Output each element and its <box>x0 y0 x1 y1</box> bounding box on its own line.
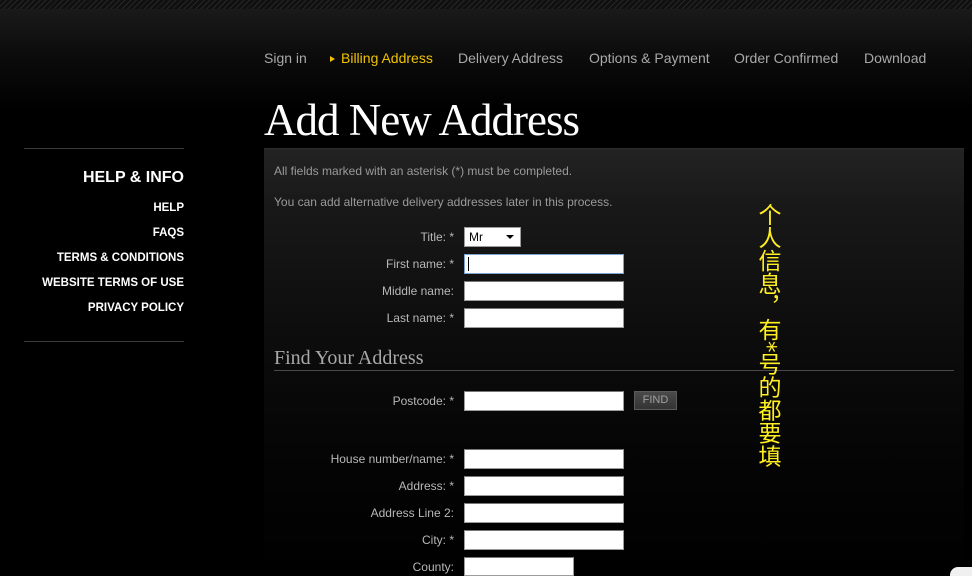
nav-step-download[interactable]: Download <box>864 50 926 66</box>
find-address-heading: Find Your Address <box>274 347 424 369</box>
postcode-label: Postcode: * <box>392 394 454 408</box>
nav-step-label: Download <box>864 50 927 66</box>
page: Sign in Billing Address Delivery Address… <box>0 0 972 576</box>
triangle-right-icon <box>330 56 335 62</box>
sidebar-link-privacy-policy[interactable]: PRIVACY POLICY <box>24 301 184 315</box>
address-label: Address: * <box>398 479 454 493</box>
nav-step-label: Delivery Address <box>458 50 564 66</box>
address-line-2-input[interactable] <box>464 503 624 523</box>
nav-step-delivery-address[interactable]: Delivery Address <box>458 50 563 66</box>
nav-step-order-confirmed[interactable]: Order Confirmed <box>734 50 838 66</box>
header-texture <box>0 0 972 9</box>
nav-step-sign-in[interactable]: Sign in <box>264 50 307 66</box>
chevron-down-icon <box>506 235 514 239</box>
city-label: City: * <box>421 533 454 547</box>
nav-step-billing-address[interactable]: Billing Address <box>330 50 433 66</box>
middle-name-label: Middle name: <box>381 284 454 298</box>
postcode-input[interactable] <box>464 391 624 411</box>
page-title: Add New Address <box>264 95 580 145</box>
text-cursor <box>468 257 469 271</box>
sidebar-link-website-terms[interactable]: WEBSITE TERMS OF USE <box>24 276 184 290</box>
title-select-value: Mr <box>469 230 483 244</box>
title-select[interactable]: Mr <box>464 227 521 247</box>
county-label: County: <box>412 560 454 574</box>
corner-widget <box>950 567 972 576</box>
sidebar-link-terms-conditions[interactable]: TERMS & CONDITIONS <box>24 251 184 265</box>
first-name-input[interactable] <box>464 254 624 274</box>
alternative-addresses-note: You can add alternative delivery address… <box>274 195 613 209</box>
sidebar-link-faqs[interactable]: FAQS <box>24 226 184 240</box>
last-name-input[interactable] <box>464 308 624 328</box>
title-label: Title: * <box>420 230 454 244</box>
nav-step-options-payment[interactable]: Options & Payment <box>589 50 710 66</box>
house-number-label: House number/name: * <box>330 452 454 466</box>
find-button[interactable]: FIND <box>634 391 677 410</box>
section-divider <box>274 370 954 371</box>
address-input[interactable] <box>464 476 624 496</box>
annotation-note: 个人信息，有*号的都要填 <box>754 203 780 468</box>
first-name-label: First name: * <box>385 257 454 271</box>
sidebar-divider-top <box>24 148 184 149</box>
middle-name-input[interactable] <box>464 281 624 301</box>
nav-step-label: Options & Payment <box>589 50 710 66</box>
nav-step-label: Order Confirmed <box>734 50 839 66</box>
last-name-label: Last name: * <box>386 311 454 325</box>
county-input[interactable] <box>464 557 574 576</box>
city-input[interactable] <box>464 530 624 550</box>
sidebar-heading: HELP & INFO <box>82 169 184 186</box>
required-fields-note: All fields marked with an asterisk (*) m… <box>274 164 573 178</box>
sidebar-link-help[interactable]: HELP <box>24 201 184 215</box>
nav-step-label: Sign in <box>264 50 307 66</box>
nav-step-label: Billing Address <box>341 50 433 66</box>
house-number-input[interactable] <box>464 449 624 469</box>
sidebar-divider-bottom <box>24 341 184 342</box>
address-line-2-label: Address Line 2: <box>370 506 454 520</box>
